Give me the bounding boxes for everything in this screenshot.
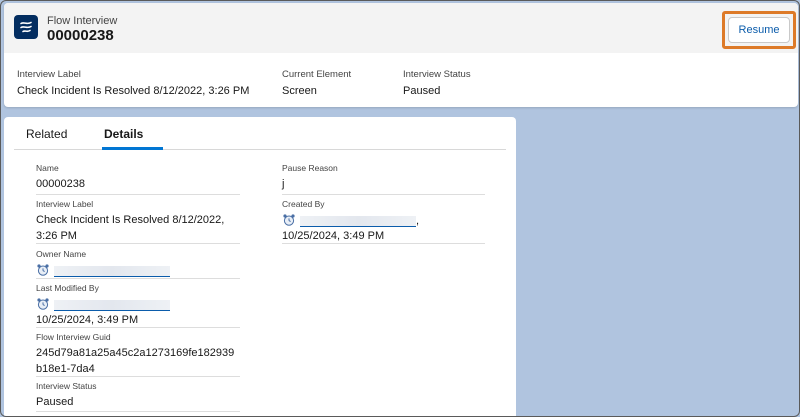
active-tab-indicator (102, 147, 163, 150)
details-card: Related Details Name 00000238 Interview … (4, 117, 516, 416)
user-avatar-icon (36, 263, 50, 277)
highlight-value: Screen (282, 85, 317, 97)
resume-button[interactable]: Resume (728, 17, 790, 43)
highlight-label: Interview Label (17, 69, 81, 80)
field-value: 245d79a81a25a45c2a1273169fe182939b18e1-7… (36, 347, 235, 375)
created-by-user-link[interactable] (300, 216, 416, 227)
field-last-modified-by: Last Modified By 10/25/2024, 3:49 PM (36, 283, 240, 328)
field-flow-interview-guid: Flow Interview Guid 245d79a81a25a45c2a12… (36, 332, 240, 377)
highlight-label: Interview Status (403, 69, 471, 80)
field-label: Owner Name (36, 249, 87, 259)
separator-comma: , (416, 215, 420, 227)
record-title: 00000238 (47, 27, 114, 44)
tab-related[interactable]: Related (26, 127, 67, 141)
owner-user-link[interactable] (54, 266, 170, 277)
field-created-by: Created By , 10/25/2024, 3:49 PM (282, 199, 485, 244)
object-type-label: Flow Interview (47, 15, 118, 27)
field-label: Interview Status (36, 381, 97, 391)
field-interview-label: Interview Label Check Incident Is Resolv… (36, 199, 240, 244)
tab-details[interactable]: Details (104, 127, 143, 141)
highlight-value: Paused (403, 85, 441, 97)
highlight-current-element: Current Element Screen (282, 69, 351, 97)
highlight-value: Check Incident Is Resolved 8/12/2022, 3:… (17, 85, 250, 97)
field-name: Name 00000238 (36, 163, 240, 195)
last-modified-user-link[interactable] (54, 300, 170, 311)
field-value: 10/25/2024, 3:49 PM (282, 230, 385, 242)
tab-bar: Related Details (14, 117, 506, 150)
flow-icon (14, 15, 38, 39)
field-interview-status: Interview Status Paused (36, 381, 240, 412)
field-value: Paused (36, 396, 74, 408)
field-label: Interview Label (36, 199, 94, 209)
user-avatar-icon (282, 213, 296, 227)
highlight-label: Current Element (282, 69, 352, 80)
field-label: Created By (282, 199, 325, 209)
field-label: Pause Reason (282, 163, 338, 173)
highlight-interview-label: Interview Label Check Incident Is Resolv… (17, 69, 249, 97)
record-header: Flow Interview 00000238 Resume Interview… (4, 3, 798, 107)
app-frame: Flow Interview 00000238 Resume Interview… (0, 0, 800, 417)
field-label: Last Modified By (36, 283, 99, 293)
field-value: 10/25/2024, 3:49 PM (36, 314, 139, 326)
field-value: j (282, 178, 285, 190)
field-value: 00000238 (36, 178, 85, 190)
record-header-top (4, 3, 798, 53)
field-pause-reason: Pause Reason j (282, 163, 485, 195)
highlight-interview-status: Interview Status Paused (403, 69, 471, 97)
user-avatar-icon (36, 297, 50, 311)
field-label: Flow Interview Guid (36, 332, 111, 342)
field-owner-name: Owner Name (36, 249, 240, 279)
field-value: Check Incident Is Resolved 8/12/2022, 3:… (36, 214, 225, 242)
field-label: Name (36, 163, 59, 173)
